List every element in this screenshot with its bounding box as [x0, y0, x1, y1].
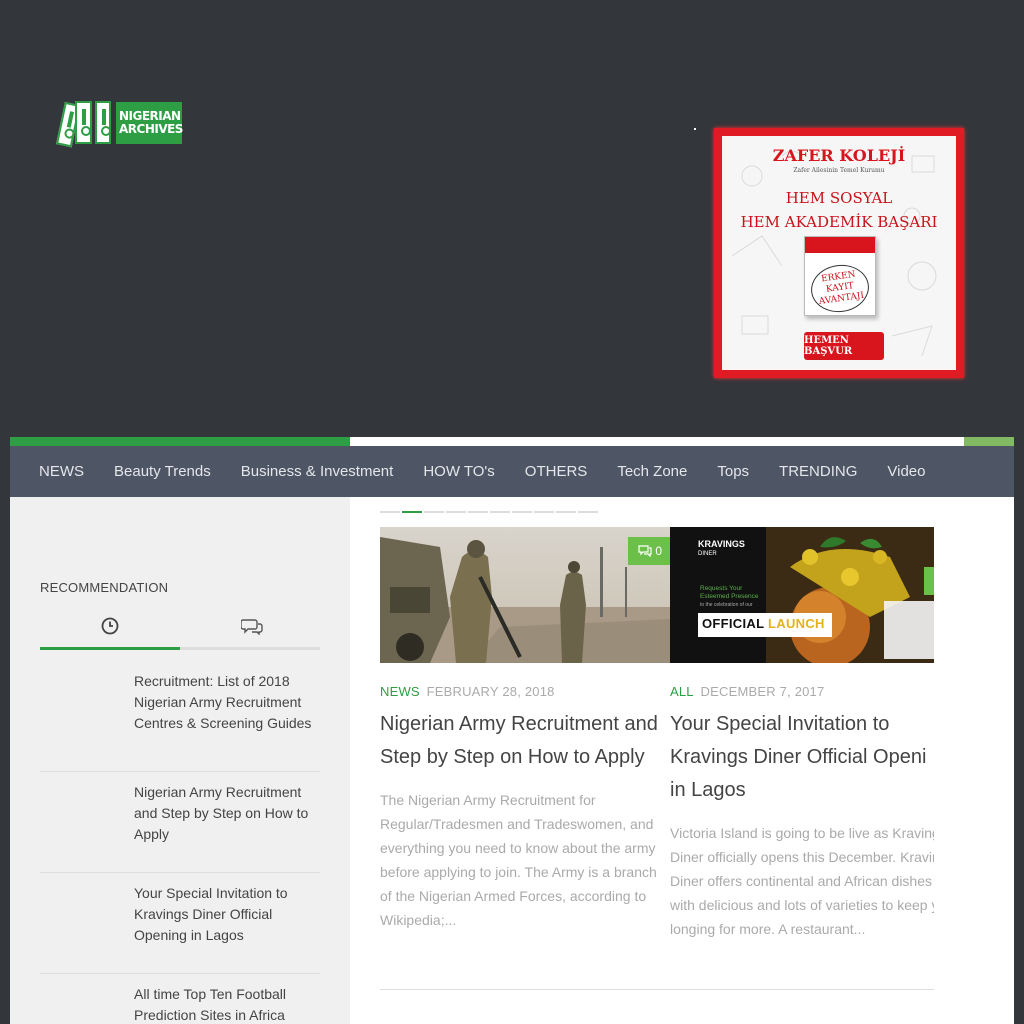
advertisement-banner[interactable]: ZAFER KOLEJİ Zafer Ailesinin Temel Kurum…	[714, 128, 964, 378]
image-launch: LAUNCH	[768, 616, 825, 631]
nav-item-trending[interactable]: TRENDING	[764, 463, 872, 480]
post-title-line: Kravings Diner Official Openi	[670, 746, 927, 768]
image-brand-name: KRAVINGS	[698, 539, 745, 549]
post-title[interactable]: Nigerian Army Recruitment and Step by St…	[380, 708, 670, 774]
post-date: DECEMBER 7, 2017	[700, 684, 825, 699]
post-title-line: Your Special Invitation to	[670, 713, 890, 735]
post-meta: NEWS FEBRUARY 28, 2018	[380, 684, 670, 699]
comments-icon	[638, 545, 652, 557]
slider-pagination	[380, 511, 600, 513]
post-excerpt: The Nigerian Army Recruitment for Regula…	[380, 792, 657, 928]
slider-dot[interactable]	[446, 511, 466, 513]
main-nav: NEWS Beauty Trends Business & Investment…	[10, 446, 1014, 497]
tab-active-indicator	[40, 647, 180, 650]
slider-dot-active[interactable]	[402, 511, 422, 513]
excerpt-line: longing for more. A restaurant...	[670, 921, 866, 937]
sidebar-title: RECOMMENDATION	[40, 580, 169, 595]
post-thumbnail[interactable]: 0	[380, 527, 670, 663]
recommendation-link[interactable]: Recruitment: List of 2018 Nigerian Army …	[134, 671, 320, 734]
binder-icon	[75, 101, 92, 144]
post-date: FEBRUARY 28, 2018	[426, 684, 555, 699]
logo-line-2: ARCHIVES	[118, 122, 183, 136]
slider-dot[interactable]	[424, 511, 444, 513]
sidebar: RECOMMENDATION Recruitment: List of 2018…	[10, 497, 350, 1024]
recommendation-list: Recruitment: List of 2018 Nigerian Army …	[40, 671, 320, 1024]
image-brand: KRAVINGS DINER	[698, 539, 745, 559]
slider-dot[interactable]	[380, 511, 400, 513]
list-item: Your Special Invitation to Kravings Dine…	[40, 873, 320, 974]
image-brand-sub: DINER	[698, 551, 717, 557]
excerpt-line: Diner officially opens this December. Kr…	[670, 849, 934, 865]
excerpt-line: with delicious and lots of varieties to …	[670, 897, 934, 913]
content-divider	[380, 989, 934, 990]
nav-item-tech-zone[interactable]: Tech Zone	[602, 463, 702, 480]
ad-headline-2: HEM AKADEMİK BAŞARI	[740, 213, 938, 231]
comment-count-badge[interactable]: 0	[628, 537, 670, 565]
nav-item-beauty-trends[interactable]: Beauty Trends	[99, 463, 226, 480]
post-category[interactable]: ALL	[670, 684, 694, 699]
slider-dot[interactable]	[534, 511, 554, 513]
accent-bar-green	[10, 437, 350, 446]
post-meta: ALL DECEMBER 7, 2017	[670, 684, 934, 699]
accent-bar-light	[964, 437, 1014, 446]
ad-headline: HEM SOSYAL HEM AKADEMİK BAŞARI	[722, 186, 956, 234]
image-invite-text: Requests Your Esteemed Presence to the c…	[700, 585, 759, 609]
binder-icon	[94, 101, 111, 144]
calendar-icon: ERKEN KAYIT AVANTAJI	[804, 236, 876, 316]
list-item: Nigerian Army Recruitment and Step by St…	[40, 772, 320, 873]
image-text-3: to the celebration of our	[700, 602, 753, 608]
logo-text: NIGERIAN ARCHIVES	[115, 102, 183, 144]
ad-brand-tagline: Zafer Ailesinin Temel Kurumu	[793, 167, 885, 174]
nav-item-how-tos[interactable]: HOW TO's	[408, 463, 509, 480]
nav-item-business-investment[interactable]: Business & Investment	[226, 463, 409, 480]
nav-item-video[interactable]: Video	[872, 463, 940, 480]
army-soldiers-image	[380, 527, 670, 663]
slider-dot[interactable]	[468, 511, 488, 513]
image-text-2: Esteemed Presence	[700, 593, 759, 600]
calendar-text: ERKEN KAYIT AVANTAJI	[808, 261, 872, 316]
accent-bar	[10, 437, 1014, 446]
header-dot	[694, 128, 696, 130]
slider-dot[interactable]	[512, 511, 532, 513]
ad-brand: ZAFER KOLEJİ Zafer Ailesinin Temel Kurum…	[722, 148, 956, 178]
slider-dot[interactable]	[578, 511, 598, 513]
nav-item-others[interactable]: OTHERS	[510, 463, 603, 480]
slider-dot[interactable]	[490, 511, 510, 513]
sidebar-tabs	[40, 615, 320, 650]
post-card: 0 NEWS FEBRUARY 28, 2018 Nigerian Army R…	[380, 527, 670, 932]
post-card: KRAVINGS DINER Requests Your Esteemed Pr…	[670, 527, 934, 941]
clock-icon[interactable]	[101, 617, 119, 635]
recommendation-link[interactable]: All time Top Ten Football Prediction Sit…	[134, 984, 320, 1024]
comments-icon[interactable]	[241, 617, 263, 635]
image-launch-banner: OFFICIAL LAUNCH	[702, 616, 825, 631]
post-category[interactable]: NEWS	[380, 684, 420, 699]
post-title[interactable]: Your Special Invitation to Kravings Dine…	[670, 708, 934, 807]
image-official: OFFICIAL	[702, 616, 765, 631]
list-item: All time Top Ten Football Prediction Sit…	[40, 974, 320, 1024]
main-content: 0 NEWS FEBRUARY 28, 2018 Nigerian Army R…	[350, 497, 1014, 1024]
nav-item-tops[interactable]: Tops	[702, 463, 764, 480]
list-item: Recruitment: List of 2018 Nigerian Army …	[40, 671, 320, 772]
ad-headline-1: HEM SOSYAL	[785, 189, 893, 207]
post-thumbnail[interactable]: KRAVINGS DINER Requests Your Esteemed Pr…	[670, 527, 934, 663]
recommendation-link[interactable]: Nigerian Army Recruitment and Step by St…	[134, 782, 320, 845]
recommendation-link[interactable]: Your Special Invitation to Kravings Dine…	[134, 883, 320, 946]
ad-apply-button[interactable]: HEMEN BAŞVUR	[804, 332, 884, 360]
post-title-line: in Lagos	[670, 779, 746, 801]
site-header: NIGERIAN ARCHIVES ZAFER KOLEJİ Zafer Ail…	[0, 0, 1024, 437]
site-logo[interactable]: NIGERIAN ARCHIVES	[56, 98, 183, 148]
slider-dot[interactable]	[556, 511, 576, 513]
image-text-1: Requests Your	[700, 585, 743, 592]
excerpt-line: Victoria Island is going to be live as K…	[670, 825, 934, 841]
calendar-top	[805, 237, 875, 253]
comment-count: 0	[655, 544, 662, 558]
post-excerpt: Victoria Island is going to be live as K…	[670, 821, 934, 941]
nav-item-news[interactable]: NEWS	[24, 463, 99, 480]
comment-count-badge[interactable]: 0	[924, 567, 934, 595]
excerpt-line: Diner offers continental and African dis…	[670, 873, 933, 889]
